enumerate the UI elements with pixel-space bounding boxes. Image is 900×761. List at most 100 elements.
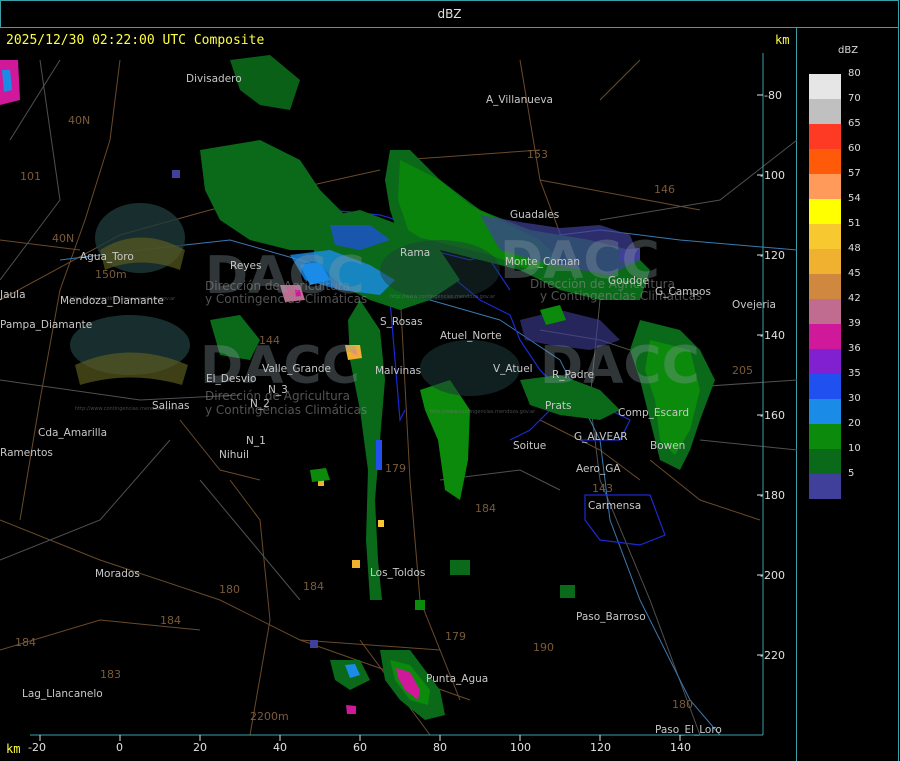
watermark-url-4: http://www.contingencias.mendoza.gov.ar	[390, 294, 496, 300]
y-tick-label: -160	[760, 409, 785, 422]
road-label: 184	[15, 636, 36, 649]
legend-label-39: 39	[848, 318, 861, 329]
legend-label-60: 60	[848, 143, 861, 154]
place-label: Guadales	[510, 209, 559, 221]
x-tick-label: 20	[193, 741, 207, 754]
legend-label-51: 51	[848, 218, 861, 229]
y-tick-label: -140	[760, 329, 785, 342]
legend-label-10: 10	[848, 443, 861, 454]
road-label: 184	[475, 502, 496, 515]
map-labels-svg: DACC DACC DACC DACC Dirección de Agricul…	[0, 53, 785, 754]
legend-swatch-60	[809, 149, 841, 174]
radar-viewer: dBZ DACC DACC DACC DACC Dirección de Agr…	[0, 0, 900, 761]
place-label: Carmensa	[588, 500, 641, 512]
place-label: Lag_Llancanelo	[22, 688, 103, 700]
place-label: Atuel_Norte	[440, 330, 502, 342]
legend-swatch-5	[809, 474, 841, 499]
legend-label-20: 20	[848, 418, 861, 429]
place-label: Salinas	[152, 400, 190, 412]
watermark-url-3: http://www.contingencias.mendoza.gov.ar	[430, 409, 536, 415]
legend-swatch-35	[809, 374, 841, 399]
legend-label-45: 45	[848, 268, 861, 279]
road-label: 180	[672, 698, 693, 711]
units-bottom: km	[6, 742, 21, 756]
y-tick-label: -100	[760, 169, 785, 182]
legend-label-30: 30	[848, 393, 861, 404]
legend-swatch-10	[809, 449, 841, 474]
place-label: Los_Toldos	[370, 567, 425, 579]
road-label: 150m	[95, 268, 127, 281]
place-label: Mendoza_Diamante	[60, 295, 164, 307]
y-tick-label: -120	[760, 249, 785, 262]
place-label: Ovejeria	[732, 299, 776, 311]
road-label: 184	[160, 614, 181, 627]
place-label: Paso_Barroso	[576, 611, 646, 623]
road-label: 40N	[52, 232, 74, 245]
timestamp-header: 2025/12/30 02:22:00 UTC Composite	[6, 33, 265, 48]
road-label: 183	[100, 668, 121, 681]
place-label: Aero_GA	[576, 463, 621, 475]
place-label: Cda_Amarilla	[38, 427, 107, 439]
logo-subtext-1: Dirección de Agricultura	[205, 279, 350, 293]
legend-swatch-36	[809, 349, 841, 374]
road-label: 144	[259, 334, 280, 347]
place-label: G_Campos	[655, 286, 711, 298]
legend-swatch-20	[809, 424, 841, 449]
place-label: Reyes	[230, 260, 261, 272]
place-label: Pampa_Diamante	[0, 319, 92, 331]
y-axis: -80 -100 -120 -140 -160 -180 -200 -220	[760, 89, 785, 662]
legend-label-65: 65	[848, 118, 861, 129]
y-tick-label: -200	[760, 569, 785, 582]
legend-swatch-54	[809, 199, 841, 224]
legend-label-36: 36	[848, 343, 861, 354]
x-tick-label: 80	[433, 741, 447, 754]
legend-swatch-57	[809, 174, 841, 199]
logo-text-dacc-4: DACC	[540, 336, 700, 396]
road-label: 101	[20, 170, 41, 183]
legend-label-54: 54	[848, 193, 861, 204]
road-label: 179	[385, 462, 406, 475]
place-label: R_Padre	[552, 369, 594, 381]
place-label: Morados	[95, 568, 140, 580]
logo-subtext-2: y Contingencias Climáticas	[205, 292, 367, 306]
y-tick-label: -220	[760, 649, 785, 662]
place-label: Soitue	[513, 440, 546, 452]
place-label: Comp_Escard	[618, 407, 689, 419]
x-tick-label: 140	[670, 741, 691, 754]
place-label: Prats	[545, 400, 572, 412]
x-tick-label: 100	[510, 741, 531, 754]
place-label: Valle_Grande	[262, 363, 331, 375]
legend-label-80: 80	[848, 68, 861, 79]
place-label: El_Desvio	[206, 373, 256, 385]
place-label: Agua_Toro	[80, 251, 134, 263]
place-label: Malvinas	[375, 365, 421, 377]
place-label: S_Rosas	[380, 316, 423, 328]
road-label: 180	[219, 583, 240, 596]
x-axis: -20 0 20 40 60 80 100 120 140	[28, 741, 691, 754]
legend-label-42: 42	[848, 293, 861, 304]
legend-swatch-65	[809, 124, 841, 149]
legend-swatch-80	[809, 74, 841, 99]
place-label: Divisadero	[186, 73, 242, 85]
road-label: 2200m	[250, 710, 289, 723]
x-tick-label: -20	[28, 741, 46, 754]
road-label: 153	[527, 148, 548, 161]
place-label: N_3	[268, 384, 288, 396]
x-tick-label: 0	[116, 741, 123, 754]
road-label: 179	[445, 630, 466, 643]
legend-swatch-48	[809, 249, 841, 274]
x-tick-label: 120	[590, 741, 611, 754]
legend-swatch-39	[809, 324, 841, 349]
place-label: Punta_Agua	[426, 673, 488, 685]
place-label: Monte_Coman	[505, 256, 580, 268]
place-label: V_Atuel	[493, 363, 533, 375]
x-tick-label: 40	[273, 741, 287, 754]
road-label: 184	[303, 580, 324, 593]
logo-subtext-4: y Contingencias Climáticas	[205, 403, 367, 417]
road-label: 143	[592, 482, 613, 495]
road-label: 146	[654, 183, 675, 196]
road-label: 40N	[68, 114, 90, 127]
place-label: Rama	[400, 247, 430, 259]
place-label: Paso_El_Loro	[655, 724, 722, 736]
legend-swatch-45	[809, 274, 841, 299]
